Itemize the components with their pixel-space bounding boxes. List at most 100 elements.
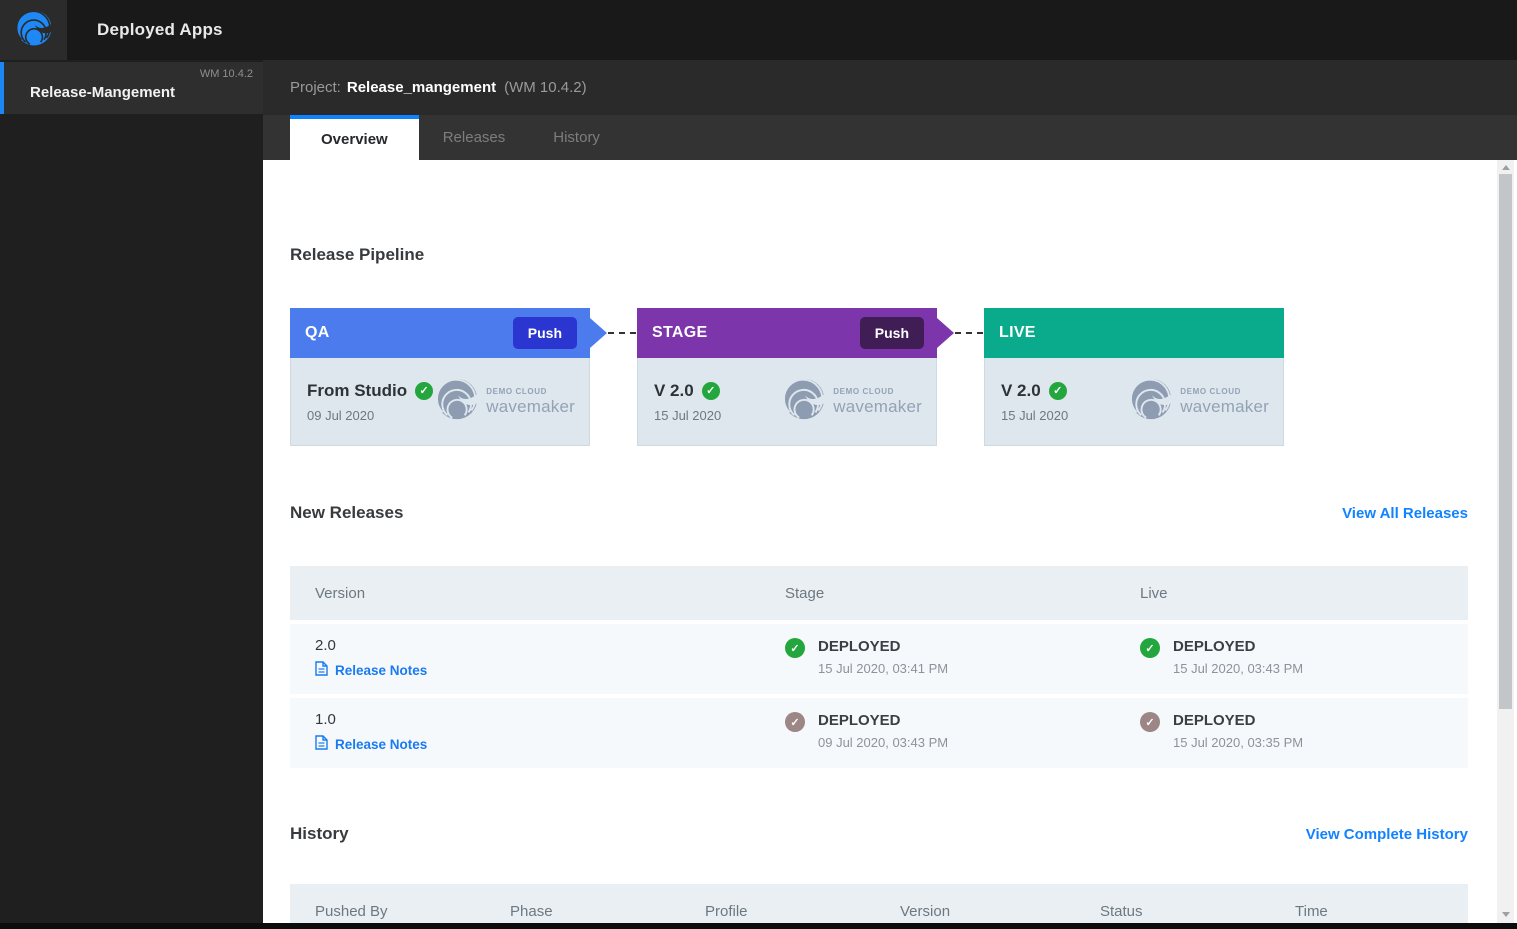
pipeline-connector: [937, 308, 984, 358]
qa-stage-body: From Studio 09 Jul 2020: [290, 358, 590, 446]
release-notes-label: Release Notes: [335, 662, 428, 678]
column-status: Status: [1100, 902, 1143, 920]
scrollbar-thumb[interactable]: [1499, 174, 1512, 709]
release-notes-link[interactable]: Release Notes: [315, 735, 427, 753]
qa-success-check-icon: [415, 381, 434, 400]
table-row: 1.0 Release Notes ✓ DEPLOYED 09 Jul 2020…: [290, 698, 1468, 768]
stage-push-button[interactable]: Push: [859, 317, 924, 349]
wavemaker-wave-icon: [1128, 376, 1174, 427]
sidebar-app-name: Release-Mangement: [30, 84, 176, 101]
qa-stage-name: QA: [305, 324, 330, 341]
new-releases-title: New Releases: [290, 503, 404, 522]
live-version-label: V 2.0: [1001, 380, 1041, 400]
logo-text-demo-cloud: DEMO CLOUD: [833, 386, 894, 396]
pipeline-card-qa: QA Push From Studio 09 Jul 2020: [290, 308, 590, 446]
column-version: Version: [900, 902, 951, 920]
qa-version-label: From Studio: [307, 380, 408, 400]
qa-stage-header: QA Push: [290, 308, 590, 358]
bottom-strip: [0, 923, 1517, 929]
tab-overview[interactable]: Overview: [290, 115, 419, 160]
sidebar: WM 10.4.2 Release-Mangement: [0, 60, 263, 923]
column-phase: Phase: [510, 902, 553, 920]
live-stage-header: LIVE: [984, 308, 1284, 358]
live-stage-name: LIVE: [999, 324, 1036, 341]
live-time: 15 Jul 2020, 03:35 PM: [1173, 735, 1304, 750]
stage-status: DEPLOYED: [818, 638, 901, 655]
view-all-releases-link[interactable]: View All Releases: [1342, 505, 1468, 522]
release-version: 2.0: [315, 637, 336, 654]
column-version: Version: [315, 584, 366, 602]
release-version: 1.0: [315, 711, 336, 728]
column-stage: Stage: [785, 584, 825, 602]
tab-history[interactable]: History: [529, 115, 624, 160]
stage-stage-name: STAGE: [652, 324, 708, 341]
live-deploy-date: 15 Jul 2020: [1001, 407, 1069, 423]
scroll-up-arrow-icon[interactable]: [1497, 160, 1514, 174]
logo-text-wavemaker: wavemaker: [833, 396, 922, 416]
history-table-header: Pushed By Phase Profile Version Status T…: [290, 884, 1468, 923]
stage-stage-header: STAGE Push: [637, 308, 937, 358]
live-success-check-icon: [1048, 381, 1067, 400]
tab-releases[interactable]: Releases: [419, 115, 530, 160]
stage-time: 15 Jul 2020, 03:41 PM: [818, 661, 949, 676]
stage-success-check-icon: [701, 381, 720, 400]
stage-stage-body: V 2.0 15 Jul 2020: [637, 358, 937, 446]
release-notes-label: Release Notes: [335, 736, 428, 752]
stage-status: DEPLOYED: [818, 712, 901, 729]
document-icon: [315, 735, 328, 753]
history-title: History: [290, 824, 349, 843]
release-pipeline: QA Push From Studio 09 Jul 2020: [290, 308, 1468, 446]
column-live: Live: [1140, 584, 1168, 602]
page-title: Deployed Apps: [97, 20, 223, 39]
tab-bar: Overview Releases History: [263, 115, 1517, 160]
live-deployed-check-icon: [1140, 712, 1160, 732]
project-version: (WM 10.4.2): [504, 79, 587, 96]
project-name: Release_mangement: [346, 79, 497, 96]
top-bar: Deployed Apps: [0, 0, 1517, 60]
view-complete-history-link[interactable]: View Complete History: [1306, 826, 1468, 843]
history-table: Pushed By Phase Profile Version Status T…: [290, 884, 1468, 923]
new-releases-table: Version Stage Live 2.0 Release Notes ✓ D…: [290, 566, 1468, 768]
logo-text-wavemaker: wavemaker: [486, 396, 575, 416]
qa-deploy-date: 09 Jul 2020: [307, 407, 375, 423]
pipeline-card-stage: STAGE Push V 2.0 15 Jul 2020: [637, 308, 937, 446]
sidebar-item-release-management[interactable]: WM 10.4.2 Release-Mangement: [0, 62, 263, 114]
project-label: Project:: [290, 79, 341, 96]
pipeline-connector: [590, 308, 637, 358]
logo-text-demo-cloud: DEMO CLOUD: [1180, 386, 1241, 396]
stage-deployed-check-icon: [785, 638, 805, 658]
pipeline-card-live: LIVE V 2.0 15 Jul 2020: [984, 308, 1284, 446]
column-profile: Profile: [705, 902, 748, 920]
scroll-down-arrow-icon[interactable]: [1497, 907, 1514, 921]
project-header: Project: Release_mangement (WM 10.4.2): [263, 60, 1517, 115]
qa-push-button[interactable]: Push: [512, 317, 577, 349]
stage-deploy-date: 15 Jul 2020: [654, 407, 722, 423]
app-logo-tile[interactable]: [0, 0, 67, 60]
live-stage-body: V 2.0 15 Jul 2020: [984, 358, 1284, 446]
stage-deployed-check-icon: [785, 712, 805, 732]
vertical-scrollbar[interactable]: [1497, 160, 1514, 923]
logo-text-wavemaker: wavemaker: [1180, 396, 1269, 416]
live-status: DEPLOYED: [1173, 712, 1256, 729]
stage-time: 09 Jul 2020, 03:43 PM: [818, 735, 949, 750]
stage-cloud-logo: DEMO CLOUD wavemaker: [781, 376, 922, 427]
qa-cloud-logo: DEMO CLOUD wavemaker: [434, 376, 575, 427]
live-time: 15 Jul 2020, 03:43 PM: [1173, 661, 1304, 676]
live-status: DEPLOYED: [1173, 638, 1256, 655]
column-time: Time: [1295, 902, 1328, 920]
release-pipeline-title: Release Pipeline: [290, 245, 425, 264]
live-cloud-logo: DEMO CLOUD wavemaker: [1128, 376, 1269, 427]
table-row: 2.0 Release Notes ✓ DEPLOYED 15 Jul 2020…: [290, 624, 1468, 694]
release-notes-link[interactable]: Release Notes: [315, 661, 427, 679]
wavemaker-wave-icon: [781, 376, 827, 427]
live-deployed-check-icon: [1140, 638, 1160, 658]
document-icon: [315, 661, 328, 679]
wavemaker-logo-icon: [14, 8, 54, 53]
sidebar-app-version: WM 10.4.2: [199, 68, 253, 80]
logo-text-demo-cloud: DEMO CLOUD: [486, 386, 547, 396]
column-pushed-by: Pushed By: [315, 902, 388, 920]
stage-version-label: V 2.0: [654, 380, 694, 400]
main-content: Release Pipeline QA Push From Studio 09 …: [263, 160, 1517, 923]
wavemaker-wave-icon: [434, 376, 480, 427]
new-releases-table-header: Version Stage Live: [290, 566, 1468, 620]
